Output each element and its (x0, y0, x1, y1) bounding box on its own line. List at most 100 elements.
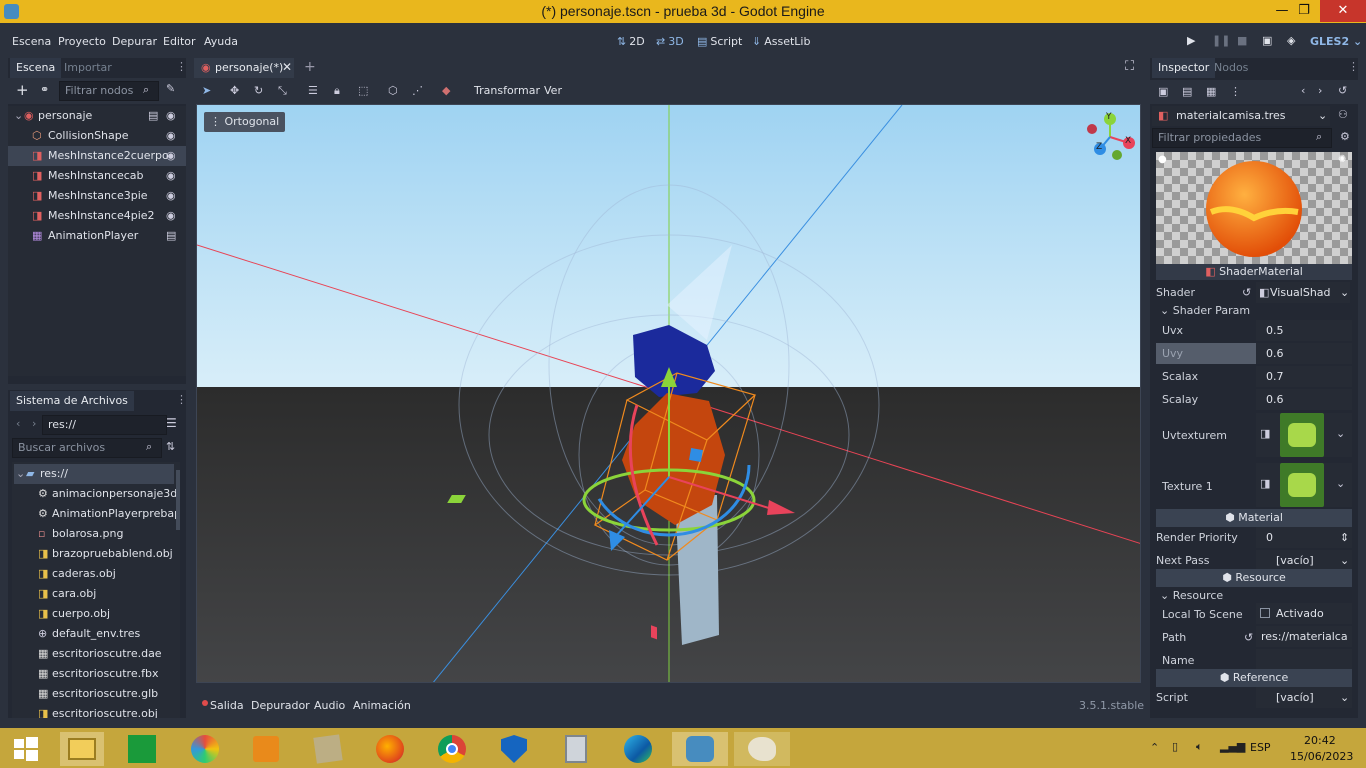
file-item[interactable]: ▦ escritorioscutre.dae (12, 644, 180, 664)
3d-viewport[interactable]: ⋮ Ortogonal Y X Z (196, 104, 1141, 683)
fs-path-field[interactable]: res:// (42, 415, 167, 435)
search-files-input[interactable]: Buscar archivos (12, 438, 162, 458)
dock-menu-icon[interactable]: ⋮ (176, 60, 187, 73)
tab-animacion[interactable]: Animación (353, 699, 411, 712)
menu-depurar[interactable]: Depurar (112, 35, 157, 48)
link-icon[interactable]: ⚭ (40, 83, 49, 96)
file-item[interactable]: ▦ escritorioscutre.fbx (12, 664, 180, 684)
calculator-icon[interactable] (554, 732, 598, 766)
volume-icon[interactable]: 🔈︎ (1196, 740, 1203, 754)
lock-icon[interactable]: 🔒︎ (334, 84, 340, 98)
light1-icon[interactable]: ● (1158, 154, 1167, 165)
list-select-icon[interactable]: ☰ (308, 84, 318, 97)
transform-menu[interactable]: Transformar (474, 84, 540, 97)
tab-audio[interactable]: Audio (314, 699, 345, 712)
play-custom-icon[interactable]: ◈ (1287, 34, 1295, 47)
scene-node[interactable]: ⌄ ◉ personaje ▤ ◉ (8, 106, 186, 126)
edge-icon[interactable] (616, 732, 660, 766)
forward-icon[interactable]: › (32, 417, 36, 430)
photos-icon[interactable] (183, 732, 227, 766)
new-resource-icon[interactable]: ▣ (1158, 85, 1168, 98)
file-item[interactable]: ▦ escritorioscutre.glb (12, 684, 180, 704)
inspector-menu-icon[interactable]: ⋮ (1348, 60, 1359, 73)
menu-ayuda[interactable]: Ayuda (204, 35, 238, 48)
material-section[interactable]: ⬢ Material (1156, 509, 1352, 527)
history-icon[interactable]: ↺ (1338, 84, 1347, 97)
path-value[interactable]: res://materialca (1256, 626, 1352, 647)
shader-param-value[interactable]: 0.7 (1256, 366, 1352, 387)
fs-menu-icon[interactable]: ⋮ (176, 393, 187, 406)
visibility-eye-icon[interactable]: ◉ (166, 146, 176, 166)
file-item[interactable]: ⚙ AnimationPlayerprebaper (12, 504, 180, 524)
file-item[interactable]: ⚙ animacionpersonaje3dpr (12, 484, 180, 504)
fullscreen-icon[interactable]: ⛶ (1125, 59, 1134, 74)
attach-script-icon[interactable]: ✎ (166, 82, 175, 95)
shader-param-value[interactable]: 0.6 (1256, 343, 1352, 364)
tab-importar[interactable]: Importar (58, 58, 118, 78)
language-indicator[interactable]: ESP (1250, 741, 1271, 754)
close-tab-icon[interactable]: ✕ (282, 60, 292, 74)
inspector-options-icon[interactable]: ⚙ (1340, 130, 1350, 143)
script-value[interactable]: [vacío] ⌄ (1256, 687, 1352, 708)
file-item[interactable]: ◨ escritorioscutre.obj (12, 704, 180, 718)
revert-icon[interactable]: ↺ (1242, 286, 1251, 299)
rotate-tool-icon[interactable]: ↻ (254, 84, 263, 97)
visibility-eye-icon[interactable]: ◉ (166, 206, 176, 226)
chrome-icon[interactable] (430, 732, 474, 766)
split-view-icon[interactable]: ☰ (166, 416, 177, 430)
resource-menu-icon[interactable]: ⋮ (1230, 85, 1241, 98)
file-item[interactable]: ◨ cuerpo.obj (12, 604, 180, 624)
tab-inspector[interactable]: Inspector (1152, 58, 1216, 78)
tab-escena[interactable]: Escena (10, 58, 62, 78)
media-player-icon[interactable] (244, 732, 288, 766)
visibility-eye-icon[interactable]: ◉ (166, 106, 176, 126)
back-icon[interactable]: ‹ (16, 417, 20, 430)
shader-param-value[interactable]: 0.6 (1256, 389, 1352, 410)
collapse-icon[interactable]: ⌄ (14, 106, 23, 126)
object-tree-icon[interactable]: ⚇ (1338, 108, 1348, 121)
camera-preview-icon[interactable]: ◆ (442, 84, 450, 97)
new-tab-icon[interactable]: + (304, 59, 316, 75)
file-item[interactable]: ◨ caderas.obj (12, 564, 180, 584)
reference-section[interactable]: ⬢ Reference (1156, 669, 1352, 687)
mode-assetlib-button[interactable]: ⇓ AssetLib (752, 35, 810, 48)
mode-2d-button[interactable]: ⇅ 2D (617, 35, 645, 48)
view-mode-button[interactable]: ⋮ Ortogonal (204, 112, 286, 132)
start-button[interactable] (4, 732, 48, 766)
file-item[interactable]: ◨ cara.obj (12, 584, 180, 604)
paint-icon[interactable] (734, 732, 790, 766)
battery-icon[interactable]: ▯ (1172, 740, 1178, 753)
pause-icon[interactable]: ❚❚ (1212, 34, 1230, 47)
sphere-preview-icon[interactable]: ✺ (1338, 154, 1346, 165)
clock-time[interactable]: 20:42 (1304, 734, 1336, 747)
scale-tool-icon[interactable]: ⤡ (278, 84, 287, 98)
local-space-icon[interactable]: ⬡ (388, 84, 398, 97)
mode-script-button[interactable]: ▤ Script (697, 35, 742, 48)
tab-salida[interactable]: Salida (210, 699, 244, 712)
file-explorer-icon[interactable] (60, 732, 104, 766)
store-icon[interactable] (120, 732, 164, 766)
texture1-field[interactable]: ◨ ⌄ (1256, 463, 1352, 507)
menu-proyecto[interactable]: Proyecto (58, 35, 106, 48)
play-scene-icon[interactable]: ▣ (1262, 34, 1272, 47)
scene-node[interactable]: ◨ MeshInstance3pie ◉ (8, 186, 186, 206)
orientation-gizmo[interactable]: Y X Z (1084, 111, 1136, 163)
visibility-eye-icon[interactable]: ◉ (166, 126, 176, 146)
next-pass-value[interactable]: [vacío] ⌄ (1256, 550, 1352, 571)
notes-app-icon[interactable] (306, 732, 350, 766)
menu-escena[interactable]: Escena (12, 35, 51, 48)
tab-nodos[interactable]: Nodos (1208, 58, 1254, 78)
local-to-scene-checkbox[interactable]: Activado (1256, 603, 1352, 624)
visibility-eye-icon[interactable]: ◉ (166, 186, 176, 206)
defender-icon[interactable] (492, 732, 536, 766)
select-tool-icon[interactable]: ➤ (202, 84, 211, 97)
godot-taskbar-icon[interactable] (672, 732, 728, 766)
shader-param-value[interactable]: 0.5 (1256, 320, 1352, 341)
load-resource-icon[interactable]: ▤ (1182, 85, 1192, 98)
snap-icon[interactable]: ⋰ (412, 84, 423, 97)
resource-group-header[interactable]: ⌄ Resource (1160, 589, 1223, 602)
name-value[interactable] (1256, 649, 1352, 670)
scene-tab[interactable]: ◉ personaje(*) ✕ (194, 58, 294, 78)
close-button[interactable]: ✕ (1320, 0, 1366, 22)
scene-node[interactable]: ◨ MeshInstancecab ◉ (8, 166, 186, 186)
